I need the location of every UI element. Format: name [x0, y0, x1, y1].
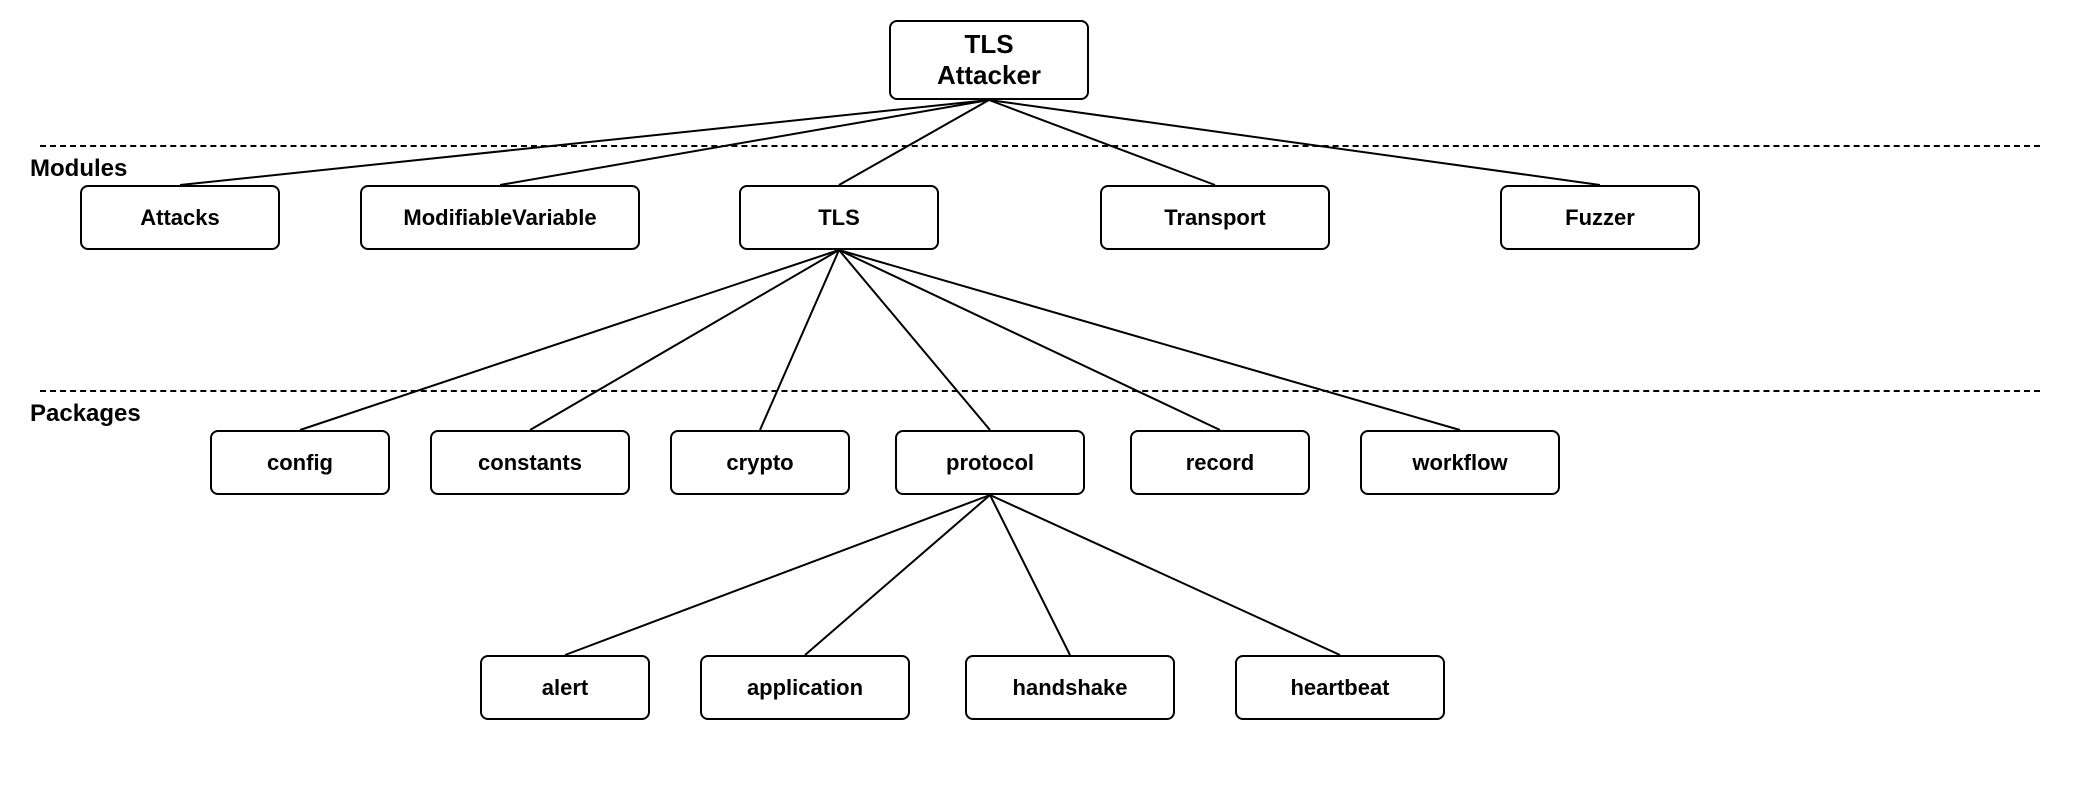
node-crypto: crypto — [670, 430, 850, 495]
node-handshake: handshake — [965, 655, 1175, 720]
node-transport: Transport — [1100, 185, 1330, 250]
diagram-container: Modules Packages TLS Attacker Attacks Mo… — [0, 0, 2078, 800]
node-application: application — [700, 655, 910, 720]
node-fuzzer: Fuzzer — [1500, 185, 1700, 250]
node-modifiable-variable: ModifiableVariable — [360, 185, 640, 250]
dashed-line-1 — [40, 145, 2040, 147]
node-protocol: protocol — [895, 430, 1085, 495]
node-record: record — [1130, 430, 1310, 495]
node-tls-attacker: TLS Attacker — [889, 20, 1089, 100]
node-tls-module: TLS — [739, 185, 939, 250]
dashed-line-2 — [40, 390, 2040, 392]
node-config: config — [210, 430, 390, 495]
node-alert: alert — [480, 655, 650, 720]
node-constants: constants — [430, 430, 630, 495]
node-workflow: workflow — [1360, 430, 1560, 495]
packages-label: Packages — [30, 400, 141, 428]
modules-label: Modules — [30, 155, 127, 183]
node-heartbeat: heartbeat — [1235, 655, 1445, 720]
node-attacks: Attacks — [80, 185, 280, 250]
